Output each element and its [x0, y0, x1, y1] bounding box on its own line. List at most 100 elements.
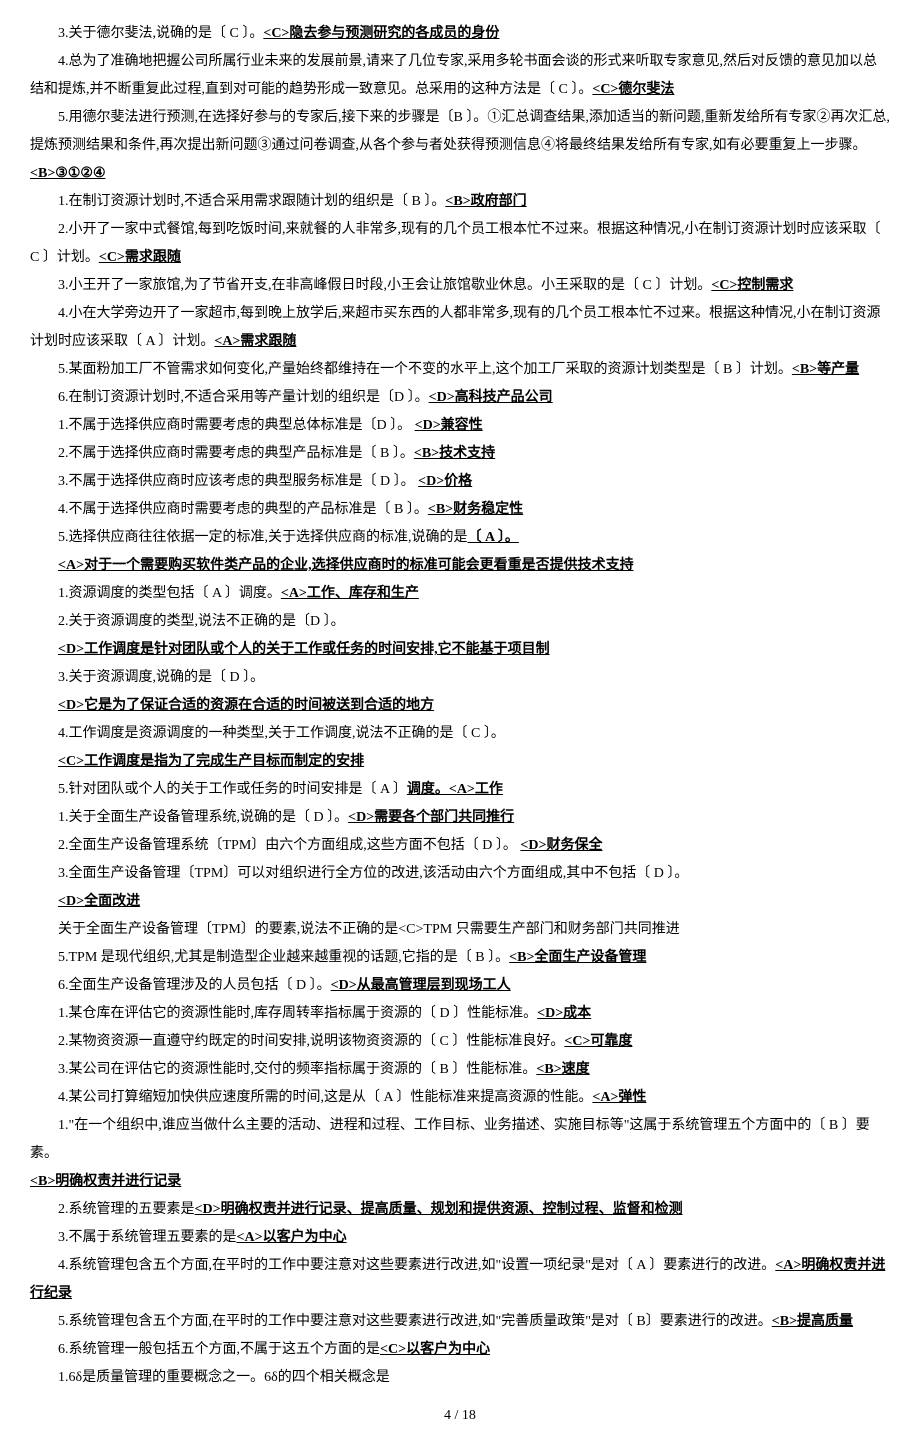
- question-text: 6.全面生产设备管理涉及的人员包括〔 D 〕。: [58, 978, 331, 993]
- question-text: 2.系统管理的五要素是: [58, 1202, 195, 1217]
- question-text: 3.全面生产设备管理〔TPM〕可以对组织进行全方位的改进,该活动由六个方面组成,…: [58, 866, 688, 881]
- text-line: 2.不属于选择供应商时需要考虑的典型产品标准是〔 B 〕。<B>技术支持: [30, 440, 890, 468]
- answer-text: <C>控制需求: [711, 278, 793, 293]
- text-line: 3.某公司在评估它的资源性能时,交付的频率指标属于资源的〔 B 〕性能标准。<B…: [30, 1056, 890, 1084]
- text-line: <B>③①②④: [30, 160, 890, 188]
- text-line: 2.某物资资源一直遵守约既定的时间安排,说明该物资资源的〔 C 〕性能标准良好。…: [30, 1028, 890, 1056]
- answer-text: <A>对于一个需要购买软件类产品的企业,选择供应商时的标准可能会更看重是否提供技…: [58, 558, 634, 573]
- question-text: 5.选择供应商往往依据一定的标准,关于选择供应商的标准,说确的是: [58, 530, 468, 545]
- answer-text: <B>技术支持: [414, 446, 495, 461]
- answer-text: <D>价格: [418, 474, 472, 489]
- text-line: 1."在一个组织中,谁应当做什么主要的活动、进程和过程、工作目标、业务描述、实施…: [30, 1112, 890, 1168]
- text-line: 3.全面生产设备管理〔TPM〕可以对组织进行全方位的改进,该活动由六个方面组成,…: [30, 860, 890, 888]
- text-line: 4.工作调度是资源调度的一种类型,关于工作调度,说法不正确的是〔 C 〕。: [30, 720, 890, 748]
- question-text: 3.小王开了一家旅馆,为了节省开支,在非高峰假日时段,小王会让旅馆歇业休息。小王…: [58, 278, 711, 293]
- text-line: 5.TPM 是现代组织,尤其是制造型企业越来越重视的话题,它指的是〔 B 〕。<…: [30, 944, 890, 972]
- answer-text: <A>工作、库存和生产: [281, 586, 419, 601]
- question-text: 2.不属于选择供应商时需要考虑的典型产品标准是〔 B 〕。: [58, 446, 414, 461]
- text-line: 6.在制订资源计划时,不适合采用等产量计划的组织是〔D 〕。<D>高科技产品公司: [30, 384, 890, 412]
- question-text: 1.不属于选择供应商时需要考虑的典型总体标准是〔D 〕。: [58, 418, 415, 433]
- text-line: 3.不属于选择供应商时应该考虑的典型服务标准是〔 D 〕。 <D>价格: [30, 468, 890, 496]
- question-text: 2.某物资资源一直遵守约既定的时间安排,说明该物资资源的〔 C 〕性能标准良好。: [58, 1034, 564, 1049]
- question-text: 5.针对团队或个人的关于工作或任务的时间安排是〔 A 〕: [58, 782, 407, 797]
- question-text: 4.不属于选择供应商时需要考虑的典型的产品标准是〔 B 〕。: [58, 502, 428, 517]
- text-line: 关于全面生产设备管理〔TPM〕的要素,说法不正确的是<C>TPM 只需要生产部门…: [30, 916, 890, 944]
- question-text: 5.系统管理包含五个方面,在平时的工作中要注意对这些要素进行改进,如"完善质量政…: [58, 1314, 772, 1329]
- question-text: 4.某公司打算缩短加快供应速度所需的时间,这是从〔 A 〕性能标准来提高资源的性…: [58, 1090, 592, 1105]
- question-text: 6.系统管理一般包括五个方面,不属于这五个方面的是: [58, 1342, 380, 1357]
- answer-text: <C>以客户为中心: [380, 1342, 490, 1357]
- answer-text: <D>明确权责并进行记录、提高质量、规划和提供资源、控制过程、监督和检测: [195, 1202, 683, 1217]
- question-text: 3.关于德尔斐法,说确的是〔 C 〕。: [58, 26, 263, 41]
- question-text: 5.某面粉加工厂不管需求如何变化,产量始终都维持在一个不变的水平上,这个加工厂采…: [58, 362, 792, 377]
- answer-text: <B>速度: [536, 1062, 589, 1077]
- answer-text: 调度。<A>工作: [407, 782, 503, 797]
- text-line: 3.关于德尔斐法,说确的是〔 C 〕。<C>隐去参与预测研究的各成员的身份: [30, 20, 890, 48]
- answer-text: <C>德尔斐法: [592, 82, 674, 97]
- answer-text: <D>财务保全: [520, 838, 602, 853]
- question-text: 1.在制订资源计划时,不适合采用需求跟随计划的组织是〔 B 〕。: [58, 194, 445, 209]
- text-line: 1.6δ是质量管理的重要概念之一。6δ的四个相关概念是: [30, 1364, 890, 1392]
- text-line: 4.系统管理包含五个方面,在平时的工作中要注意对这些要素进行改进,如"设置一项纪…: [30, 1252, 890, 1308]
- question-text: 2.全面生产设备管理系统〔TPM〕由六个方面组成,这些方面不包括〔 D 〕。: [58, 838, 520, 853]
- answer-text: 〔 A 〕。: [468, 530, 519, 545]
- answer-text: <A>需求跟随: [214, 334, 296, 349]
- document-body: 3.关于德尔斐法,说确的是〔 C 〕。<C>隐去参与预测研究的各成员的身份 4.总…: [30, 20, 890, 1392]
- answer-text: <A>弹性: [592, 1090, 646, 1105]
- answer-text: <B>③①②④: [30, 166, 106, 181]
- text-line: 3.小王开了一家旅馆,为了节省开支,在非高峰假日时段,小王会让旅馆歇业休息。小王…: [30, 272, 890, 300]
- text-line: 5.用德尔斐法进行预测,在选择好参与的专家后,接下来的步骤是〔B 〕。①汇总调查…: [30, 104, 890, 160]
- question-text: 4.系统管理包含五个方面,在平时的工作中要注意对这些要素进行改进,如"设置一项纪…: [58, 1258, 775, 1273]
- answer-text: <B>明确权责并进行记录: [30, 1174, 181, 1189]
- question-text: 关于全面生产设备管理〔TPM〕的要素,说法不正确的是<C>TPM 只需要生产部门…: [58, 922, 680, 937]
- text-line: <B>明确权责并进行记录: [30, 1168, 890, 1196]
- answer-text: <C>工作调度是指为了完成生产目标而制定的安排: [58, 754, 364, 769]
- question-text: 1.资源调度的类型包括〔 A 〕调度。: [58, 586, 281, 601]
- answer-text: <D>从最高管理层到现场工人: [331, 978, 511, 993]
- answer-text: <D>它是为了保证合适的资源在合适的时间被送到合适的地方: [58, 698, 434, 713]
- text-line: 2.全面生产设备管理系统〔TPM〕由六个方面组成,这些方面不包括〔 D 〕。 <…: [30, 832, 890, 860]
- text-line: 1.在制订资源计划时,不适合采用需求跟随计划的组织是〔 B 〕。<B>政府部门: [30, 188, 890, 216]
- question-text: 3.不属于系统管理五要素的是: [58, 1230, 237, 1245]
- answer-text: <D>兼容性: [415, 418, 483, 433]
- text-line: 5.系统管理包含五个方面,在平时的工作中要注意对这些要素进行改进,如"完善质量政…: [30, 1308, 890, 1336]
- text-line: 4.总为了准确地把握公司所属行业未来的发展前景,请来了几位专家,采用多轮书面会谈…: [30, 48, 890, 104]
- question-text: 3.不属于选择供应商时应该考虑的典型服务标准是〔 D 〕。: [58, 474, 418, 489]
- question-text: 1.6δ是质量管理的重要概念之一。6δ的四个相关概念是: [58, 1370, 390, 1385]
- answer-text: <D>需要各个部门共同推行: [348, 810, 514, 825]
- text-line: <A>对于一个需要购买软件类产品的企业,选择供应商时的标准可能会更看重是否提供技…: [30, 552, 890, 580]
- question-text: 6.在制订资源计划时,不适合采用等产量计划的组织是〔D 〕。: [58, 390, 429, 405]
- question-text: 4.工作调度是资源调度的一种类型,关于工作调度,说法不正确的是〔 C 〕。: [58, 726, 505, 741]
- question-text: 4.总为了准确地把握公司所属行业未来的发展前景,请来了几位专家,采用多轮书面会谈…: [30, 54, 877, 97]
- page-footer: 4 / 18: [30, 1402, 890, 1430]
- text-line: 3.不属于系统管理五要素的是<A>以客户为中心: [30, 1224, 890, 1252]
- text-line: 4.小在大学旁边开了一家超市,每到晚上放学后,来超市买东西的人都非常多,现有的几…: [30, 300, 890, 356]
- answer-text: <C>需求跟随: [99, 250, 181, 265]
- text-line: <D>工作调度是针对团队或个人的关于工作或任务的时间安排,它不能基于项目制: [30, 636, 890, 664]
- answer-text: <B>提高质量: [772, 1314, 853, 1329]
- text-line: 5.针对团队或个人的关于工作或任务的时间安排是〔 A 〕调度。<A>工作: [30, 776, 890, 804]
- question-text: 2.关于资源调度的类型,说法不正确的是〔D 〕。: [58, 614, 345, 629]
- question-text: 1.关于全面生产设备管理系统,说确的是〔 D 〕。: [58, 810, 348, 825]
- text-line: 5.某面粉加工厂不管需求如何变化,产量始终都维持在一个不变的水平上,这个加工厂采…: [30, 356, 890, 384]
- answer-text: <B>财务稳定性: [428, 502, 523, 517]
- text-line: 6.系统管理一般包括五个方面,不属于这五个方面的是<C>以客户为中心: [30, 1336, 890, 1364]
- question-text: 3.关于资源调度,说确的是〔 D 〕。: [58, 670, 264, 685]
- answer-text: <B>政府部门: [445, 194, 526, 209]
- text-line: 2.系统管理的五要素是<D>明确权责并进行记录、提高质量、规划和提供资源、控制过…: [30, 1196, 890, 1224]
- text-line: 5.选择供应商往往依据一定的标准,关于选择供应商的标准,说确的是〔 A 〕。: [30, 524, 890, 552]
- question-text: 5.用德尔斐法进行预测,在选择好参与的专家后,接下来的步骤是〔B 〕。①汇总调查…: [30, 110, 890, 153]
- text-line: 1.不属于选择供应商时需要考虑的典型总体标准是〔D 〕。 <D>兼容性: [30, 412, 890, 440]
- text-line: <C>工作调度是指为了完成生产目标而制定的安排: [30, 748, 890, 776]
- question-text: 1."在一个组织中,谁应当做什么主要的活动、进程和过程、工作目标、业务描述、实施…: [30, 1118, 870, 1161]
- answer-text: <D>工作调度是针对团队或个人的关于工作或任务的时间安排,它不能基于项目制: [58, 642, 550, 657]
- text-line: 4.某公司打算缩短加快供应速度所需的时间,这是从〔 A 〕性能标准来提高资源的性…: [30, 1084, 890, 1112]
- text-line: 1.资源调度的类型包括〔 A 〕调度。<A>工作、库存和生产: [30, 580, 890, 608]
- answer-text: <D>高科技产品公司: [429, 390, 553, 405]
- text-line: <D>全面改进: [30, 888, 890, 916]
- answer-text: <D>全面改进: [58, 894, 140, 909]
- text-line: 2.小开了一家中式餐馆,每到吃饭时间,来就餐的人非常多,现有的几个员工根本忙不过…: [30, 216, 890, 272]
- question-text: 1.某仓库在评估它的资源性能时,库存周转率指标属于资源的〔 D 〕性能标准。: [58, 1006, 537, 1021]
- text-line: 1.某仓库在评估它的资源性能时,库存周转率指标属于资源的〔 D 〕性能标准。<D…: [30, 1000, 890, 1028]
- answer-text: <A>以客户为中心: [237, 1230, 347, 1245]
